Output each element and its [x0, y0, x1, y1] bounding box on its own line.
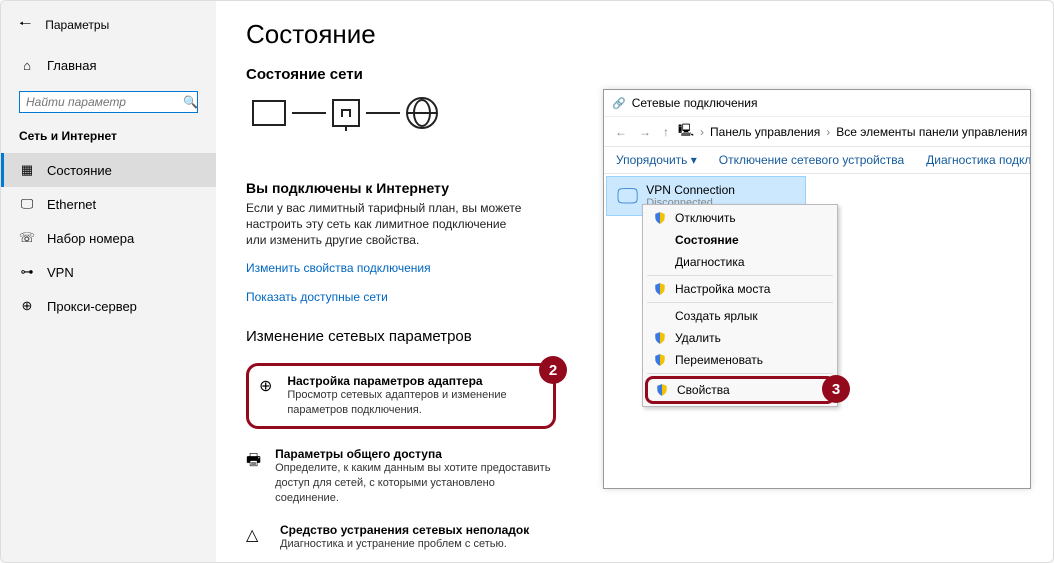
ctx-label: Удалить	[675, 331, 721, 345]
home-icon: ⌂	[19, 57, 35, 73]
network-connections-window: 🔗 Сетевые подключения ← → ↑ 🖳 › Панель у…	[603, 89, 1031, 489]
nav-up-icon[interactable]: ↑	[660, 125, 672, 139]
ctx-diagnose[interactable]: Диагностика	[643, 251, 837, 273]
sidebar-item-label: Набор номера	[47, 231, 134, 246]
window-title: Параметры	[45, 18, 109, 32]
breadcrumb-item[interactable]: Все элементы панели управления	[836, 125, 1027, 139]
ctx-shortcut[interactable]: Создать ярлык	[643, 305, 837, 327]
shield-icon	[655, 383, 669, 397]
popup-breadcrumb: ← → ↑ 🖳 › Панель управления › Все элемен…	[604, 116, 1030, 146]
computer-icon	[252, 100, 286, 126]
option-sharing[interactable]: 🖶 Параметры общего доступа Определите, к…	[246, 447, 556, 506]
step-badge-2: 2	[539, 356, 567, 384]
shield-icon	[653, 331, 667, 345]
ctx-status[interactable]: Состояние	[643, 229, 837, 251]
main-content: Состояние Состояние сети Ethernet Общест…	[216, 1, 1053, 562]
popup-title-text: Сетевые подключения	[632, 96, 758, 110]
search-input-wrapper[interactable]: 🔍	[19, 91, 198, 113]
toolbar-disable[interactable]: Отключение сетевого устройства	[719, 153, 904, 167]
sidebar: 🠐 Параметры ⌂ Главная 🔍 Сеть и Интернет …	[1, 1, 216, 562]
option-title: Средство устранения сетевых неполадок	[280, 523, 529, 537]
step-badge-3: 3	[822, 375, 850, 403]
globe-icon	[406, 97, 438, 129]
network-icon: 🔗	[612, 97, 626, 110]
breadcrumb-item[interactable]: Панель управления	[710, 125, 820, 139]
option-desc: Диагностика и устранение проблем с сетью…	[280, 537, 529, 552]
sidebar-item-label: VPN	[47, 265, 74, 280]
link-change-props[interactable]: Изменить свойства подключения	[246, 261, 431, 275]
sharing-icon: 🖶	[246, 447, 261, 506]
ctx-label: Переименовать	[675, 353, 763, 367]
warning-icon: △	[246, 523, 266, 552]
popup-body: 🖵 VPN Connection Disconnected Отключить …	[604, 176, 1030, 216]
context-menu: Отключить Состояние Диагностика Настройк…	[642, 204, 838, 407]
sidebar-home[interactable]: ⌂ Главная	[1, 49, 216, 81]
link-show-nets[interactable]: Показать доступные сети	[246, 290, 388, 304]
ctx-label: Настройка моста	[675, 282, 770, 296]
option-desc: Просмотр сетевых адаптеров и изменение п…	[287, 388, 543, 418]
control-panel-icon: 🖳	[678, 121, 694, 142]
ctx-properties[interactable]: Свойства 3	[645, 376, 835, 404]
sidebar-item-label: Прокси-сервер	[47, 299, 137, 314]
option-title: Настройка параметров адаптера	[287, 374, 543, 388]
shield-icon	[653, 353, 667, 367]
vpn-connection-icon: 🖵	[617, 183, 638, 209]
ctx-separator	[647, 373, 833, 374]
dialup-icon: ☏	[19, 230, 35, 246]
option-title: Параметры общего доступа	[275, 447, 556, 461]
search-input[interactable]	[26, 95, 183, 109]
ctx-delete[interactable]: Удалить	[643, 327, 837, 349]
ctx-label: Создать ярлык	[675, 309, 758, 323]
sidebar-section-label: Сеть и Интернет	[1, 125, 216, 153]
ctx-bridge[interactable]: Настройка моста	[643, 278, 837, 300]
sidebar-item-label: Состояние	[47, 163, 112, 178]
nav-forward-icon[interactable]: →	[636, 125, 654, 139]
sidebar-item-status[interactable]: ▦ Состояние	[1, 153, 216, 187]
sidebar-item-label: Ethernet	[47, 197, 96, 212]
ctx-label: Свойства	[677, 383, 730, 397]
connection-line-icon	[366, 112, 400, 114]
toolbar-organize[interactable]: Упорядочить ▾	[616, 153, 697, 167]
ethernet-adapter-icon	[332, 99, 360, 127]
page-title: Состояние	[246, 19, 1023, 50]
sidebar-item-ethernet[interactable]: 🖵 Ethernet	[1, 187, 216, 221]
ctx-label: Состояние	[675, 233, 739, 247]
sidebar-home-label: Главная	[47, 58, 96, 73]
adapter-icon: ⊕	[259, 374, 273, 418]
sidebar-item-dialup[interactable]: ☏ Набор номера	[1, 221, 216, 255]
ctx-separator	[647, 275, 833, 276]
popup-toolbar: Упорядочить ▾ Отключение сетевого устрой…	[604, 146, 1030, 174]
ctx-disconnect[interactable]: Отключить	[643, 207, 837, 229]
proxy-icon: ⊕	[19, 298, 35, 314]
option-desc: Определите, к каким данным вы хотите пре…	[275, 461, 556, 506]
ctx-label: Диагностика	[675, 255, 745, 269]
option-troubleshoot[interactable]: △ Средство устранения сетевых неполадок …	[246, 523, 556, 552]
vpn-name: VPN Connection	[646, 183, 735, 197]
shield-icon	[653, 282, 667, 296]
nav-back-icon[interactable]: ←	[612, 125, 630, 139]
ctx-label: Отключить	[675, 211, 736, 225]
option-adapter-settings[interactable]: ⊕ Настройка параметров адаптера Просмотр…	[246, 363, 556, 429]
connection-line-icon	[292, 112, 326, 114]
connected-desc: Если у вас лимитный тарифный план, вы мо…	[246, 200, 526, 249]
status-icon: ▦	[19, 162, 35, 178]
vpn-icon: ⊶	[19, 264, 35, 280]
ctx-separator	[647, 302, 833, 303]
toolbar-diagnose[interactable]: Диагностика подключения	[926, 153, 1030, 167]
search-icon: 🔍	[183, 95, 198, 109]
popup-titlebar: 🔗 Сетевые подключения	[604, 90, 1030, 116]
sidebar-item-vpn[interactable]: ⊶ VPN	[1, 255, 216, 289]
ctx-rename[interactable]: Переименовать	[643, 349, 837, 371]
back-icon[interactable]: 🠐	[19, 13, 31, 37]
net-status-heading: Состояние сети	[246, 66, 1023, 83]
shield-icon	[653, 211, 667, 225]
sidebar-item-proxy[interactable]: ⊕ Прокси-сервер	[1, 289, 216, 323]
ethernet-icon: 🖵	[19, 196, 35, 212]
